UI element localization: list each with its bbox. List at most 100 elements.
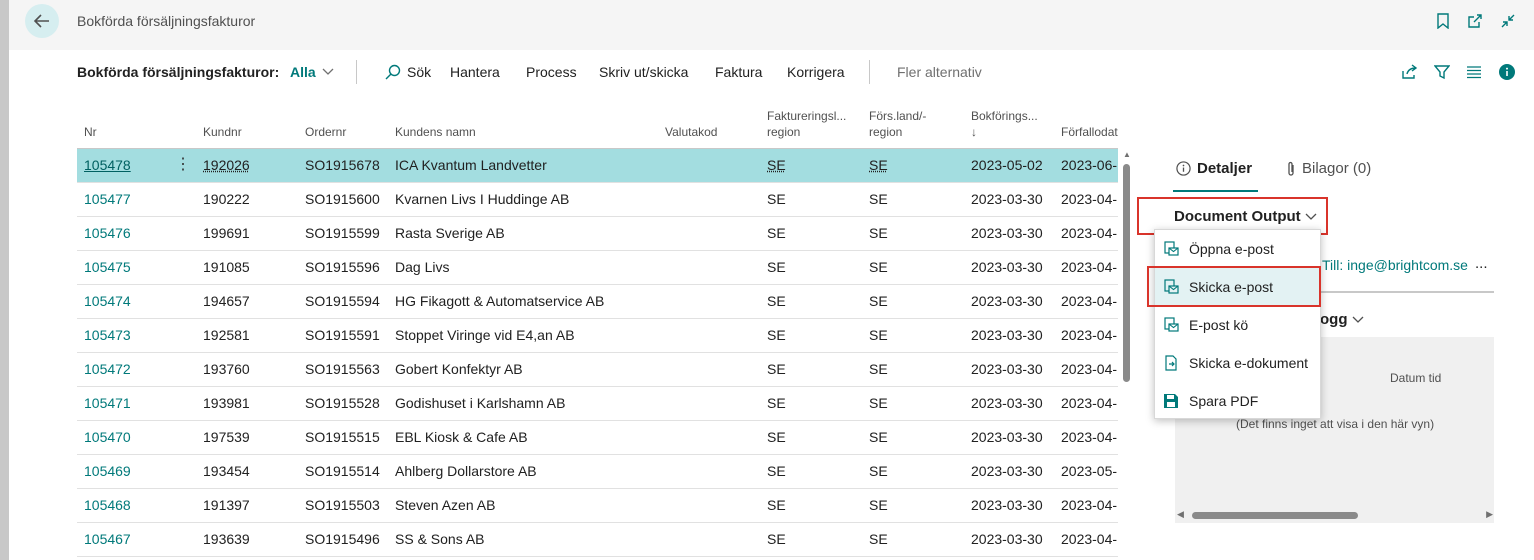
menu-item-open-email[interactable]: Öppna e-post — [1155, 230, 1320, 268]
share-icon[interactable] — [1399, 62, 1419, 82]
action-bar: Bokförda försäljningsfakturor: Alla Sök … — [9, 50, 1534, 94]
tab-details-label: Detaljer — [1197, 160, 1253, 177]
menu-skriv-ut-skicka[interactable]: Skriv ut/skicka — [599, 64, 688, 80]
cell-forfallodatum: 2023-04- — [1061, 497, 1118, 513]
scrollbar-thumb[interactable] — [1192, 512, 1358, 519]
column-header-kundens-namn[interactable]: Kundens namn — [395, 124, 476, 140]
collapse-icon[interactable] — [1498, 11, 1518, 31]
table-row[interactable]: 105477 190222 SO1915600 Kvarnen Livs I Hudd… — [77, 183, 1118, 217]
cell-kundens-namn: EBL Kiosk & Cafe AB — [395, 429, 528, 445]
open-new-window-icon[interactable] — [1465, 11, 1485, 31]
table-row[interactable]: 105475 191085 SO1915596 Dag Livs SE SE 2023-03… — [77, 251, 1118, 285]
cell-nr[interactable]: 105472 — [84, 353, 131, 386]
back-button[interactable] — [25, 4, 59, 38]
table-row[interactable]: 105476 199691 SO1915599 Rasta Sverige AB SE S… — [77, 217, 1118, 251]
scroll-left-icon[interactable]: ◀ — [1177, 509, 1184, 520]
bookmark-icon[interactable] — [1433, 11, 1453, 31]
column-header-kundnr[interactable]: Kundnr — [203, 124, 242, 140]
column-header-forsland[interactable]: Förs.land/- region — [869, 108, 926, 140]
tab-attachments[interactable]: Bilagor (0) — [1286, 160, 1371, 177]
scroll-up-icon[interactable]: ▲ — [1123, 150, 1131, 159]
page: Bokförda försäljningsfakturor Bokförda f… — [9, 0, 1534, 560]
column-header-forfallodatum[interactable]: Förfallodat... — [1061, 124, 1118, 140]
cell-kundnr: 191397 — [203, 497, 250, 513]
scroll-right-icon[interactable]: ▶ — [1486, 509, 1493, 520]
cell-faktureringsland: SE — [767, 327, 786, 343]
cell-nr[interactable]: 105477 — [84, 183, 131, 216]
cell-forsland: SE — [869, 497, 888, 513]
menu-item-save-pdf[interactable]: Spara PDF — [1155, 382, 1320, 420]
more-ellipsis[interactable]: ... — [1475, 255, 1488, 272]
cell-forfallodatum: 2023-04- — [1061, 259, 1118, 275]
cell-forfallodatum: 2023-04- — [1061, 327, 1118, 343]
cell-kundnr: 192026 — [203, 157, 250, 173]
paperclip-icon — [1288, 161, 1294, 176]
table-row[interactable]: 105472 193760 SO1915563 Gobert Konfektyr AB… — [77, 353, 1118, 387]
tab-details[interactable]: Detaljer — [1176, 160, 1252, 177]
table-row[interactable]: 105471 193981 SO1915528 Godishuset i Karlsh… — [77, 387, 1118, 421]
cell-kundens-namn: Godishuset i Karlshamn AB — [395, 395, 566, 411]
table-row[interactable]: 105478 192026 SO1915678 ICA Kvantum Landvet… — [77, 149, 1118, 183]
filter-icon[interactable] — [1432, 62, 1452, 82]
menu-item-email-queue[interactable]: E-post kö — [1155, 306, 1320, 344]
left-edge — [0, 0, 9, 560]
table-row[interactable]: 105467 193639 SO1915496 SS & Sons AB SE SE 202… — [77, 523, 1118, 557]
cell-nr[interactable]: 105478 — [84, 149, 131, 182]
scrollbar-thumb[interactable] — [1123, 164, 1130, 382]
menu-faktura[interactable]: Faktura — [715, 64, 762, 80]
column-header-valutakod[interactable]: Valutakod — [665, 124, 717, 140]
cell-nr[interactable]: 105475 — [84, 251, 131, 284]
menu-process[interactable]: Process — [526, 64, 577, 80]
search-button[interactable]: Sök — [385, 64, 431, 80]
cell-forsland: SE — [869, 225, 888, 241]
email-recipient[interactable]: Till: inge@brightcom.se — [1322, 257, 1468, 273]
log-section-title-text: ogg — [1320, 311, 1348, 328]
menu-hantera[interactable]: Hantera — [450, 64, 500, 80]
log-section-title[interactable]: ogg — [1320, 311, 1364, 328]
cell-forsland: SE — [869, 259, 888, 275]
cell-nr[interactable]: 105474 — [84, 285, 131, 318]
cell-nr[interactable]: 105468 — [84, 489, 131, 522]
list-view-icon[interactable] — [1464, 62, 1484, 82]
cell-nr[interactable]: 105467 — [84, 523, 131, 556]
column-header-ordernr[interactable]: Ordernr — [305, 124, 346, 140]
cell-nr[interactable]: 105470 — [84, 421, 131, 454]
cell-bokforingsdatum: 2023-03-30 — [971, 497, 1043, 513]
column-header-bokforingsdatum[interactable]: Bokförings... ↓ — [971, 108, 1038, 140]
cell-bokforingsdatum: 2023-03-30 — [971, 225, 1043, 241]
send-doc-icon — [1165, 355, 1177, 371]
cell-kundens-namn: Rasta Sverige AB — [395, 225, 505, 241]
separator — [869, 60, 870, 84]
document-output-dropdown: Öppna e-post Skicka e-post E-post kö Ski… — [1154, 229, 1321, 419]
cell-nr[interactable]: 105476 — [84, 217, 131, 250]
cell-faktureringsland: SE — [767, 361, 786, 377]
cell-forfallodatum: 2023-04- — [1061, 429, 1118, 445]
cell-faktureringsland: SE — [767, 157, 786, 173]
more-options-button[interactable]: Fler alternativ — [897, 64, 982, 80]
column-header-faktureringsland[interactable]: Faktureringsl... region — [767, 108, 846, 140]
table-row[interactable]: 105474 194657 SO1915594 HG Fikagott & Autom… — [77, 285, 1118, 319]
cell-bokforingsdatum: 2023-03-30 — [971, 327, 1043, 343]
row-actions-icon[interactable]: ⋮ — [175, 149, 191, 182]
info-icon[interactable] — [1497, 62, 1517, 82]
cell-nr[interactable]: 105469 — [84, 455, 131, 488]
table-row[interactable]: 105469 193454 SO1915514 Ahlberg Dollarstore… — [77, 455, 1118, 489]
cell-bokforingsdatum: 2023-03-30 — [971, 531, 1043, 547]
vertical-scrollbar[interactable]: ▲ — [1123, 150, 1131, 560]
cell-nr[interactable]: 105473 — [84, 319, 131, 352]
view-filter-dropdown[interactable]: Alla — [290, 64, 334, 80]
menu-item-send-edocument[interactable]: Skicka e-dokument — [1155, 344, 1320, 382]
menu-korrigera[interactable]: Korrigera — [787, 64, 845, 80]
chevron-down-icon — [322, 68, 334, 75]
table-row[interactable]: 105473 192581 SO1915591 Stoppet Viringe vid… — [77, 319, 1118, 353]
cell-faktureringsland: SE — [767, 497, 786, 513]
cell-nr[interactable]: 105471 — [84, 387, 131, 420]
email-doc-icon — [1164, 317, 1179, 332]
cell-forfallodatum: 2023-04- — [1061, 395, 1118, 411]
column-header-datum-tid[interactable]: Datum tid — [1390, 371, 1441, 385]
horizontal-scrollbar[interactable]: ◀ ▶ — [1177, 509, 1493, 521]
table-row[interactable]: 105470 197539 SO1915515 EBL Kiosk & Cafe AB… — [77, 421, 1118, 455]
cell-forfallodatum: 2023-05- — [1061, 463, 1118, 479]
table-row[interactable]: 105468 191397 SO1915503 Steven Azen AB SE SE 2… — [77, 489, 1118, 523]
column-header-nr[interactable]: Nr — [84, 124, 97, 140]
